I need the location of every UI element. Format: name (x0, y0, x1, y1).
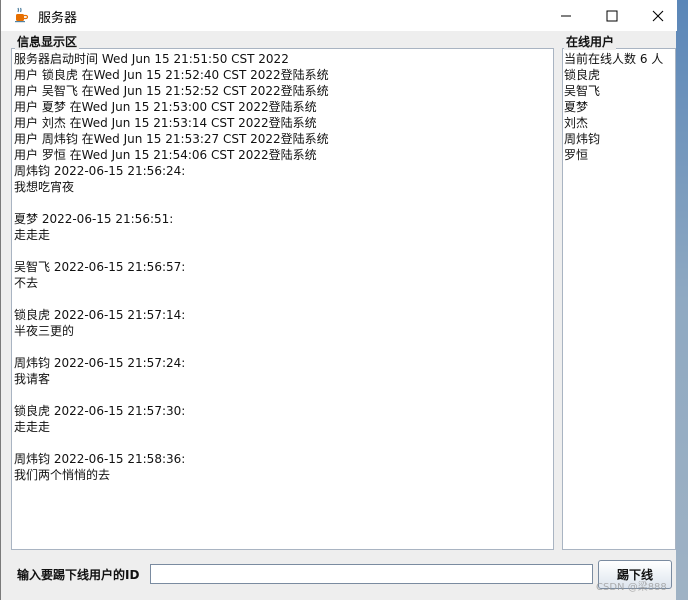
users-panel-title: 在线用户 (564, 33, 617, 50)
user-list-item[interactable]: 夏梦 (564, 99, 674, 115)
message-line (14, 339, 551, 355)
server-window: 服务器 服务器启动时间 Wed Jun 15 21:51:50 CST 2022… (0, 0, 677, 600)
message-line: 半夜三更的 (14, 324, 75, 338)
message-line: 周炜钧 2022-06-15 21:57:24: (14, 356, 186, 370)
message-line: 我想吃宵夜 (14, 180, 75, 194)
user-list-item[interactable]: 吴智飞 (564, 83, 674, 99)
message-line: 我们两个悄悄的去 (14, 468, 111, 482)
close-icon (652, 10, 664, 21)
window-title: 服务器 (38, 11, 78, 26)
maximize-icon (606, 10, 618, 21)
kick-user-id-input[interactable] (150, 564, 593, 584)
desktop-background-right (676, 0, 688, 600)
message-panel-title: 信息显示区 (15, 33, 80, 50)
message-line: 服务器启动时间 Wed Jun 15 21:51:50 CST 2022 (14, 52, 289, 66)
message-line: 夏梦 2022-06-15 21:56:51: (14, 212, 174, 226)
java-coffee-icon (15, 7, 29, 23)
message-line: 周炜钧 2022-06-15 21:58:36: (14, 452, 186, 466)
user-list-item[interactable]: 锁良虎 (564, 67, 674, 83)
message-line: 走走走 (14, 228, 51, 242)
message-line: 锁良虎 2022-06-15 21:57:14: (14, 308, 186, 322)
message-line (14, 195, 551, 211)
message-line: 不去 (14, 276, 39, 290)
close-button[interactable] (635, 0, 681, 31)
message-line: 我请客 (14, 372, 51, 386)
watermark-text: CSDN @梁888 (596, 582, 667, 593)
kick-user-label: 输入要踢下线用户的ID (17, 568, 140, 582)
online-users-list[interactable]: 当前在线人数 6 人 锁良虎 吴智飞 夏梦 刘杰 周炜钧 罗恒 (562, 48, 676, 550)
message-line: 用户 锁良虎 在Wed Jun 15 21:52:40 CST 2022登陆系统 (14, 68, 329, 82)
user-list-item[interactable]: 周炜钧 (564, 131, 674, 147)
title-bar[interactable]: 服务器 (1, 0, 677, 31)
message-line (14, 291, 551, 307)
message-line (14, 435, 551, 451)
message-line: 吴智飞 2022-06-15 21:56:57: (14, 260, 186, 274)
message-line: 用户 刘杰 在Wed Jun 15 21:53:14 CST 2022登陆系统 (14, 116, 317, 130)
message-line: 走走走 (14, 420, 51, 434)
user-list-item[interactable]: 刘杰 (564, 115, 674, 131)
message-line: 用户 吴智飞 在Wed Jun 15 21:52:52 CST 2022登陆系统 (14, 84, 329, 98)
message-line: 用户 周炜钧 在Wed Jun 15 21:53:27 CST 2022登陆系统 (14, 132, 329, 146)
message-line: 用户 罗恒 在Wed Jun 15 21:54:06 CST 2022登陆系统 (14, 148, 317, 162)
minimize-icon (561, 15, 571, 16)
maximize-button[interactable] (589, 0, 635, 31)
message-display-area[interactable]: 服务器启动时间 Wed Jun 15 21:51:50 CST 2022 用户 … (11, 48, 554, 550)
minimize-button[interactable] (543, 0, 589, 31)
user-list-item[interactable]: 罗恒 (564, 147, 674, 163)
message-line (14, 387, 551, 403)
message-line: 周炜钧 2022-06-15 21:56:24: (14, 164, 186, 178)
message-line: 用户 夏梦 在Wed Jun 15 21:53:00 CST 2022登陆系统 (14, 100, 317, 114)
online-count: 当前在线人数 6 人 (564, 52, 664, 66)
message-line (14, 243, 551, 259)
message-line: 锁良虎 2022-06-15 21:57:30: (14, 404, 186, 418)
